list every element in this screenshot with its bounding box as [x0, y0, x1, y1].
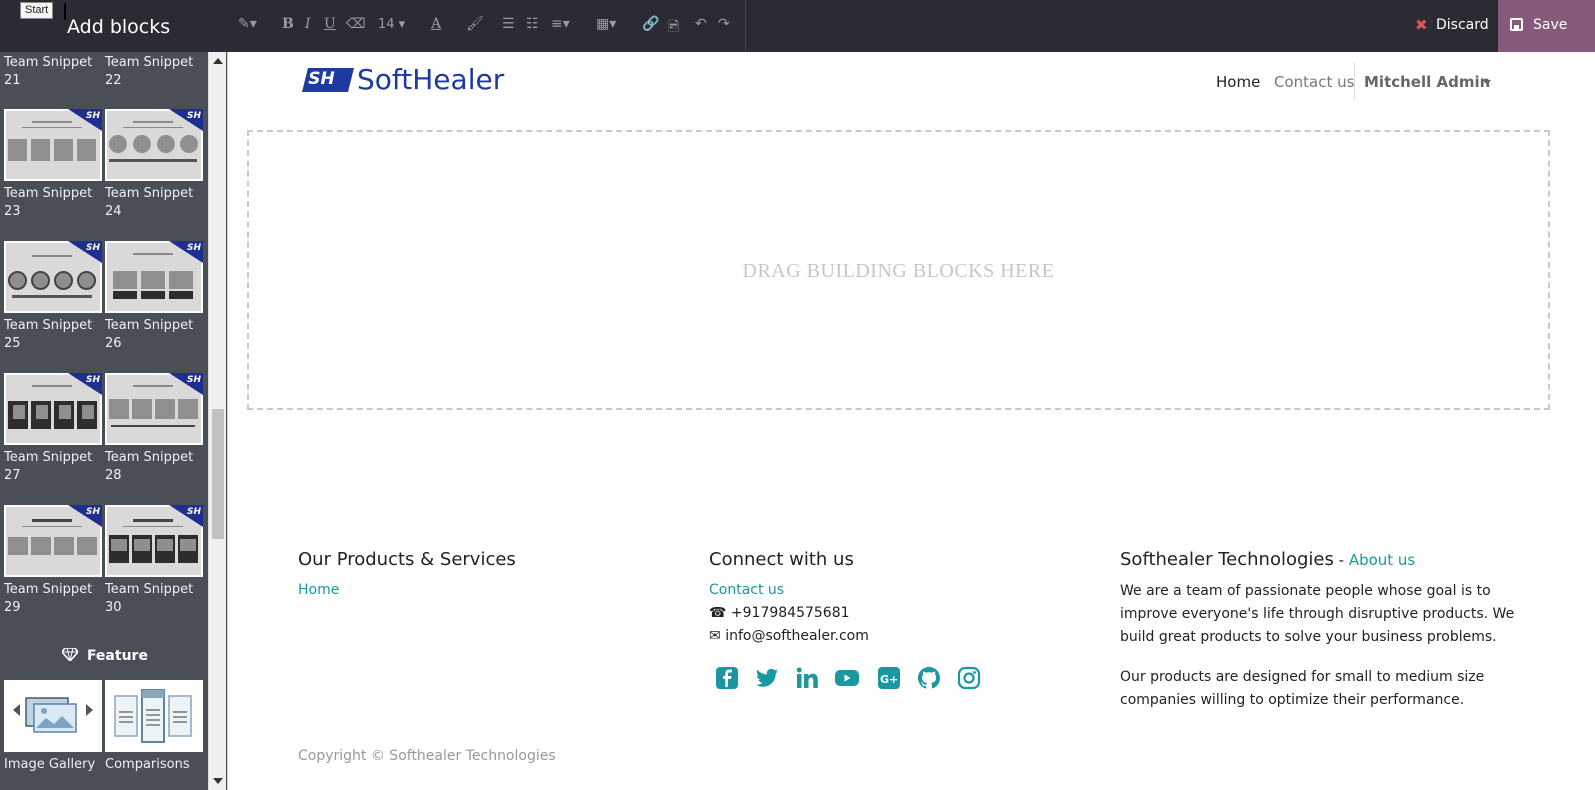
- user-menu[interactable]: Mitchell Admin: [1364, 73, 1490, 91]
- snippet-label: Team Snippet 24: [105, 186, 194, 219]
- youtube-icon[interactable]: [835, 666, 859, 690]
- snippet-thumbnail: SH: [4, 241, 102, 313]
- snippet-thumbnail: SH: [105, 241, 203, 313]
- drop-zone-hint: DRAG BUILDING BLOCKS HERE: [742, 260, 1055, 282]
- svg-text:G+: G+: [880, 673, 898, 686]
- snippet-label: Team Snippet 21: [4, 55, 93, 88]
- bold-icon[interactable]: B: [282, 16, 294, 32]
- snippet-label: Team Snippet 23: [4, 186, 93, 219]
- snippet-label: Image Gallery: [4, 757, 96, 772]
- comparisons-icon: [114, 689, 192, 743]
- discard-button[interactable]: ✖ Discard: [1403, 0, 1498, 52]
- snippet-thumbnail: SH: [4, 109, 102, 181]
- snippet-label: Team Snippet 26: [105, 318, 194, 351]
- footer-products-title: Our Products & Services: [298, 549, 516, 570]
- bullet-list-icon[interactable]: ☰: [502, 16, 515, 32]
- twitter-icon[interactable]: [755, 666, 779, 690]
- footer-company-description: We are a team of passionate people whose…: [1120, 583, 1515, 645]
- snippet-label: Comparisons: [105, 757, 190, 772]
- phone-icon: ☎: [709, 605, 727, 621]
- blocks-sidebar: Add blocks Start Team Snippet 21 Team Sni…: [0, 0, 228, 790]
- snippet-label: Team Snippet 29: [4, 582, 93, 615]
- undo-icon[interactable]: ↶: [695, 16, 707, 32]
- paint-brush-icon[interactable]: 🖌: [466, 16, 484, 32]
- snippet-thumbnail: SH: [105, 373, 203, 445]
- floppy-disk-icon: [1510, 18, 1523, 31]
- chevron-down-icon[interactable]: [1483, 80, 1491, 85]
- nav-divider: [1354, 62, 1355, 100]
- sidebar-header: Add blocks Start: [0, 0, 228, 52]
- toolbar-divider: [745, 0, 746, 52]
- snippet-label: Team Snippet 22: [105, 55, 194, 88]
- footer-company-title: Softhealer Technologies - About us: [1120, 549, 1416, 570]
- facebook-icon[interactable]: [715, 666, 739, 690]
- snippet-thumbnail: SH: [4, 505, 102, 577]
- snippet-label: Team Snippet 30: [105, 582, 194, 615]
- image-icon[interactable]: 🖻: [668, 16, 679, 40]
- scrollbar-thumb[interactable]: [212, 409, 224, 539]
- instagram-icon[interactable]: [957, 666, 981, 690]
- feature-section-title: Feature: [0, 647, 210, 664]
- footer-company-note: Our products are designed for small to m…: [1120, 669, 1485, 708]
- snippet-thumbnail: SH: [105, 505, 203, 577]
- font-size-dropdown[interactable]: 14 ▾: [378, 17, 405, 32]
- editor-toolbar: ✎▾ B I U ⌫ 14 ▾ A 🖌 ☰ ☷ ≡▾ ▦▾ 🔗 🖻 ↶ ↷ ✖ …: [228, 0, 1595, 52]
- eraser-icon[interactable]: ⌫: [346, 16, 366, 32]
- envelope-icon: ✉: [709, 628, 721, 644]
- scroll-up-arrow[interactable]: [213, 58, 223, 64]
- table-icon[interactable]: ▦▾: [596, 16, 616, 32]
- footer-email: ✉ info@softhealer.com: [709, 628, 869, 644]
- align-icon[interactable]: ≡▾: [551, 16, 570, 32]
- footer-phone: ☎ +917984575681: [709, 605, 850, 621]
- snippet-list: Team Snippet 21 Team Snippet 22 SH Team Sn…: [0, 52, 210, 790]
- snippet-thumbnail: SH: [4, 373, 102, 445]
- numbered-list-icon[interactable]: ☷: [526, 16, 539, 32]
- image-gallery-icon: [13, 697, 93, 733]
- snippet-label: Team Snippet 27: [4, 450, 93, 483]
- snippet-thumbnail: [105, 680, 203, 752]
- italic-icon[interactable]: I: [305, 16, 311, 32]
- sidebar-title: Add blocks: [67, 16, 171, 38]
- footer-contact-link[interactable]: Contact us: [709, 582, 784, 598]
- github-icon[interactable]: [917, 666, 941, 690]
- nav-contact-us[interactable]: Contact us: [1274, 73, 1354, 91]
- start-tooltip: Start: [20, 2, 67, 20]
- save-button[interactable]: Save: [1498, 0, 1595, 52]
- nav-home[interactable]: Home: [1216, 73, 1260, 91]
- magic-wand-icon[interactable]: ✎▾: [238, 16, 257, 32]
- website-preview: SH SoftHealer Home Contact us Mitchell A…: [228, 52, 1595, 790]
- copyright-text: Copyright © Softhealer Technologies: [298, 748, 556, 764]
- redo-icon[interactable]: ↷: [718, 16, 730, 32]
- scroll-down-arrow[interactable]: [213, 778, 223, 784]
- snippet-label: Team Snippet 28: [105, 450, 194, 483]
- linkedin-icon[interactable]: [795, 666, 819, 690]
- font-color-icon[interactable]: A: [431, 16, 441, 32]
- footer-connect-title: Connect with us: [709, 549, 854, 570]
- close-icon: ✖: [1415, 16, 1428, 34]
- about-us-link[interactable]: About us: [1349, 551, 1415, 569]
- diamond-icon: [61, 647, 87, 664]
- snippet-label: Team Snippet 25: [4, 318, 93, 351]
- link-icon[interactable]: 🔗: [642, 16, 659, 32]
- snippet-thumbnail: [4, 680, 102, 752]
- drop-zone[interactable]: DRAG BUILDING BLOCKS HERE: [247, 130, 1550, 410]
- underline-icon[interactable]: U: [324, 16, 336, 32]
- google-plus-icon[interactable]: G+: [877, 666, 901, 690]
- footer-home-link[interactable]: Home: [298, 582, 339, 598]
- snippet-thumbnail: SH: [105, 109, 203, 181]
- sidebar-scrollbar[interactable]: [208, 52, 226, 790]
